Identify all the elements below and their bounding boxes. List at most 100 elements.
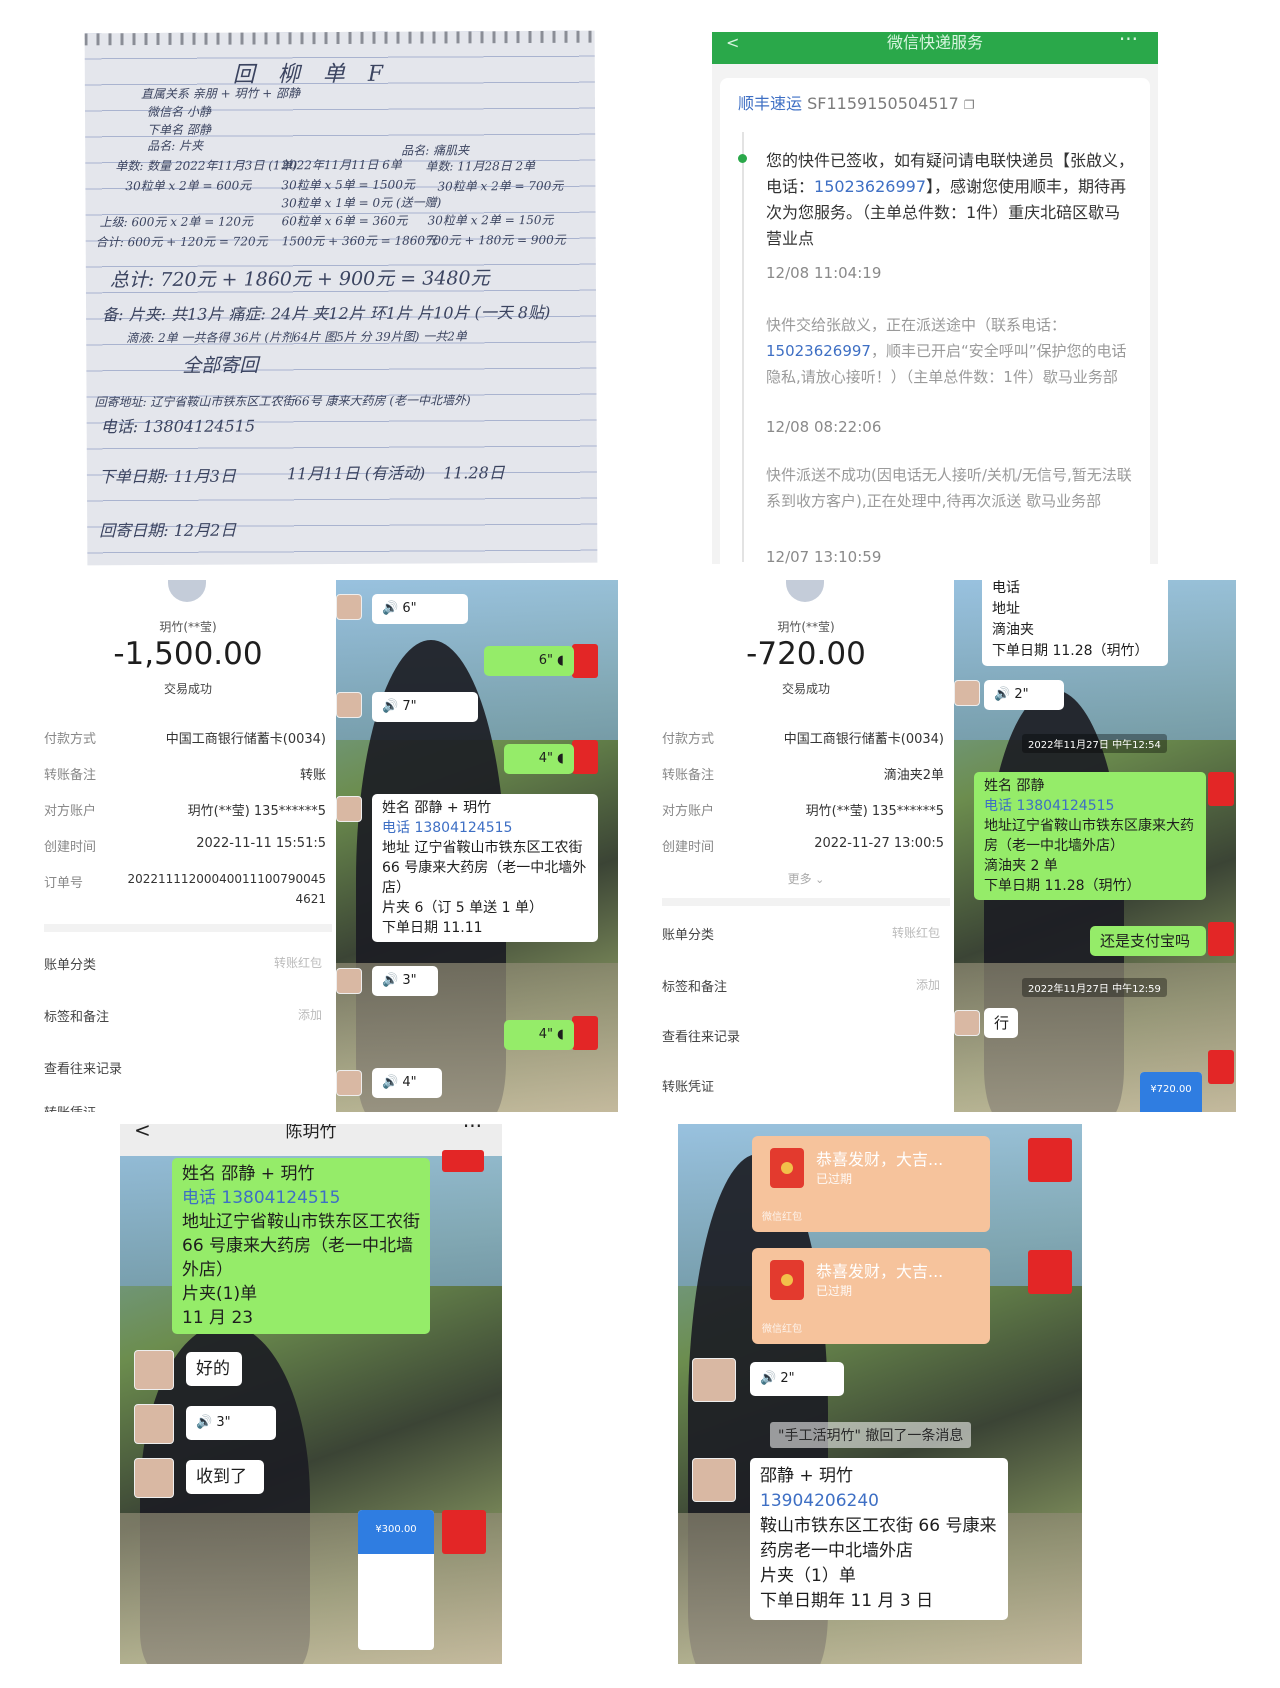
red-packet-message[interactable]: 恭喜发财，大吉... 已过期 微信红包	[752, 1248, 990, 1344]
action-row[interactable]: 标签和备注 添加	[662, 976, 950, 1000]
voice-message[interactable]: 4" ◖	[504, 744, 574, 774]
red-packet-icon[interactable]	[572, 1016, 598, 1050]
order-line: 片夹 6（订 5 单送 1 单）	[382, 900, 543, 916]
detail-row: 对方账户 玥竹(**莹) 135******5	[44, 800, 332, 824]
hw-line: 合计: 600元 + 120元 = 720元	[95, 234, 268, 250]
hw-line: 直属关系 亲朋 + 玥竹 + 邵静	[140, 86, 301, 102]
courier-phone-link[interactable]: 15023626997	[814, 177, 926, 196]
text-message[interactable]: 收到了	[186, 1460, 264, 1494]
text-message[interactable]: 还是支付宝吗	[1090, 926, 1206, 956]
hw-line: 30粒单 x 5单 = 1500元	[281, 177, 415, 193]
back-icon[interactable]: <	[726, 32, 739, 54]
order-phone: 电话 13804124515	[382, 820, 513, 836]
avatar[interactable]	[954, 1010, 980, 1036]
order-message-tail[interactable]: 电话 地址 滴油夹 下单日期 11.28（玥竹）	[982, 580, 1168, 666]
order-message[interactable]: 邵静 + 玥竹 13904206240 鞍山市铁东区工农街 66 号康来药房老一…	[750, 1458, 1008, 1620]
event-time: 12/08 08:22:06	[766, 418, 882, 436]
text-message[interactable]: 好的	[186, 1352, 242, 1386]
add-note-link[interactable]: 添加	[916, 976, 940, 993]
voice-message[interactable]: 4" ◖	[504, 1020, 574, 1050]
action-row[interactable]: 账单分类 转账红包	[44, 954, 332, 978]
copy-icon[interactable]: ❐	[964, 98, 975, 112]
hw-line: 1500元 + 360元 = 1860元	[281, 233, 438, 249]
row-label: 对方账户	[44, 804, 97, 819]
row-label: 标签和备注	[44, 1010, 110, 1025]
order-address: 地址辽宁省鞍山市铁东区康来大药房（老一中北墙外店）	[984, 818, 1194, 854]
avatar[interactable]	[954, 680, 980, 706]
voice-message[interactable]: 🔊 3"	[372, 966, 438, 996]
red-packet-icon[interactable]	[572, 740, 598, 774]
hw-line: 700元 + 180元 = 900元	[425, 232, 566, 248]
row-label: 转账凭证	[44, 1102, 96, 1112]
avatar[interactable]	[336, 968, 362, 994]
voice-message[interactable]: 6" ◖	[484, 646, 574, 676]
order-message[interactable]: 姓名 邵静 + 玥竹 电话 13804124515 地址辽宁省鞍山市铁东区工农街…	[172, 1158, 430, 1334]
order-phone: 13904206240	[760, 1491, 879, 1511]
action-row[interactable]: 查看往来记录	[44, 1058, 332, 1082]
wechat-chat-screen: 电话 地址 滴油夹 下单日期 11.28（玥竹） 🔊 2" 2022年11月27…	[954, 580, 1236, 1112]
avatar[interactable]	[134, 1350, 174, 1390]
red-packet-icon[interactable]	[442, 1150, 484, 1172]
row-label: 账单分类	[662, 928, 715, 943]
avatar[interactable]	[692, 1358, 736, 1402]
hw-line: 单数: 11月28日 2单	[425, 158, 536, 174]
voice-message[interactable]: 🔊 4"	[372, 1068, 442, 1098]
hw-line: 备: 片夹: 共13片 痛症: 24片 夹12片 环1片 片10片 (一天 8贴…	[102, 302, 551, 325]
row-label: 付款方式	[44, 732, 97, 747]
avatar[interactable]	[336, 796, 362, 822]
voice-message[interactable]: 🔊 7"	[372, 692, 478, 722]
red-packet-icon[interactable]	[442, 1510, 486, 1554]
order-message[interactable]: 姓名 邵静 电话 13804124515 地址辽宁省鞍山市铁东区康来大药房（老一…	[974, 772, 1206, 900]
hw-line: 30粒单 x 2单 = 600元	[125, 178, 252, 194]
payee-name[interactable]: 玥竹(**莹)	[88, 618, 288, 635]
order-line: 电话	[992, 580, 1020, 596]
action-row[interactable]: 标签和备注 添加	[44, 1006, 332, 1030]
tracking-number[interactable]: SF1159150504517	[807, 94, 959, 113]
voice-message[interactable]: 🔊 2"	[984, 680, 1064, 710]
voice-message[interactable]: 🔊 3"	[186, 1406, 276, 1440]
avatar[interactable]	[336, 594, 362, 620]
action-row[interactable]: 账单分类 转账红包	[662, 924, 950, 948]
action-row[interactable]: 转账凭证	[44, 1102, 332, 1112]
red-packet-icon[interactable]	[1028, 1138, 1072, 1182]
avatar[interactable]	[134, 1458, 174, 1498]
order-phone: 电话 13804124515	[182, 1188, 341, 1208]
red-packet-icon[interactable]	[1028, 1250, 1072, 1294]
order-line: 姓名 邵静 + 玥竹	[382, 800, 492, 816]
hw-phone: 电话: 13804124515	[100, 416, 256, 437]
payment-screenshot-thumbnail[interactable]: ¥720.00	[1140, 1072, 1202, 1112]
voice-message[interactable]: 🔊 2"	[750, 1362, 844, 1396]
voice-icon: ◖	[553, 1027, 564, 1042]
avatar[interactable]	[692, 1458, 736, 1502]
payment-screenshot-thumbnail[interactable]: ¥300.00	[358, 1510, 434, 1650]
red-packet-icon[interactable]	[572, 644, 598, 678]
row-value: 转账红包	[273, 956, 322, 970]
payee-name[interactable]: 玥竹(**莹)	[706, 618, 906, 635]
avatar[interactable]	[336, 692, 362, 718]
red-packet-icon[interactable]	[1208, 772, 1234, 806]
handwritten-notebook-photo: 回 柳 单 F 直属关系 亲朋 + 玥竹 + 邵静 微信名 小静 下单名 邵静 …	[84, 30, 598, 566]
voice-message[interactable]: 🔊 6"	[372, 594, 468, 624]
action-row[interactable]: 转账凭证	[662, 1076, 950, 1100]
back-icon[interactable]: <	[134, 1124, 151, 1140]
detail-row: 付款方式 中国工商银行储蓄卡(0034)	[44, 728, 332, 752]
more-icon[interactable]: ···	[1119, 32, 1138, 50]
more-toggle[interactable]: 更多 ⌄	[662, 870, 950, 894]
order-message[interactable]: 姓名 邵静 + 玥竹 电话 13804124515 地址 辽宁省鞍山市铁东区工农…	[372, 794, 598, 942]
courier-phone-link[interactable]: 15023626997	[766, 342, 871, 360]
add-note-link[interactable]: 添加	[298, 1006, 322, 1023]
packet-footer: 微信红包	[762, 1324, 802, 1335]
voice-duration: 2"	[780, 1371, 795, 1386]
order-line: 下单日期年 11 月 3 日	[760, 1591, 934, 1611]
hw-line: 30粒单 x 2单 = 700元	[437, 178, 564, 194]
avatar[interactable]	[336, 1070, 362, 1096]
packet-greeting: 恭喜发财，大吉...	[816, 1150, 944, 1169]
red-packet-icon[interactable]	[1208, 922, 1234, 956]
hw-line: 品名: 片夹	[147, 138, 204, 154]
red-packet-icon[interactable]	[1208, 1050, 1234, 1084]
avatar[interactable]	[134, 1404, 174, 1444]
text-message[interactable]: 行	[984, 1008, 1018, 1038]
action-row[interactable]: 查看往来记录	[662, 1026, 950, 1050]
red-packet-message[interactable]: 恭喜发财，大吉... 已过期 微信红包	[752, 1136, 990, 1232]
more-icon[interactable]: ···	[463, 1124, 482, 1136]
